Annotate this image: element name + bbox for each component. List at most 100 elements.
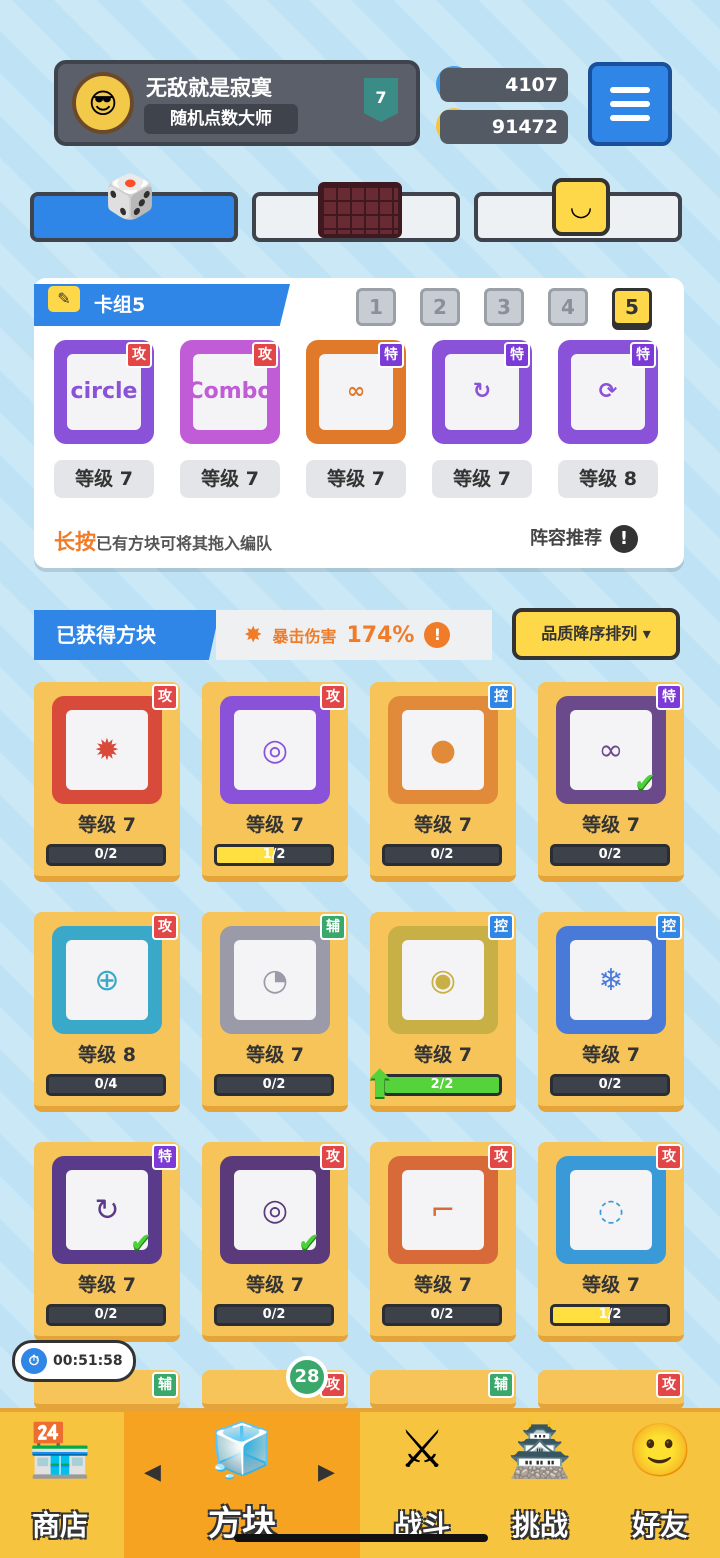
- block-level: 等级 7: [582, 814, 640, 836]
- block-card[interactable]: ◎ 攻等级 7 1/2: [202, 682, 348, 882]
- edit-icon[interactable]: ✎: [48, 286, 80, 312]
- block-card[interactable]: ∞ ✔ 特等级 7 0/2: [538, 682, 684, 882]
- block-card[interactable]: ✹ 攻等级 7 0/2: [34, 682, 180, 882]
- block-icon: ↻: [472, 379, 492, 405]
- gem-count: 4107: [440, 68, 568, 102]
- block-level: 等级 7: [414, 814, 472, 836]
- deck-number-3[interactable]: 3: [484, 288, 524, 326]
- block-icon: ⟳: [598, 379, 618, 405]
- event-timer[interactable]: ⏱ 00:51:58: [12, 1340, 136, 1382]
- sort-dropdown[interactable]: 品质降序排列 ▾: [512, 608, 680, 660]
- block-card[interactable]: ◎ ✔ 攻等级 7 0/2: [202, 1142, 348, 1342]
- block-level: 等级 7: [246, 1274, 304, 1296]
- type-tag: 攻: [488, 1144, 514, 1170]
- block-card[interactable]: ↻ ✔ 特等级 7 0/2: [34, 1142, 180, 1342]
- block-card[interactable]: ⌐ 攻等级 7 0/2: [370, 1142, 516, 1342]
- type-tag: 特: [378, 342, 404, 368]
- menu-button[interactable]: [588, 62, 672, 146]
- deck-number-5[interactable]: 5: [612, 288, 652, 326]
- block-card[interactable]: ● 控等级 7 0/2: [370, 682, 516, 882]
- nav-friends[interactable]: 🙂 好友: [600, 1412, 720, 1558]
- block-icon: ⊕: [94, 962, 120, 998]
- block-card[interactable]: ◉ 控等级 7 2/2 ⬆: [364, 912, 516, 1112]
- player-title: 随机点数大师: [144, 104, 298, 134]
- avatar[interactable]: 😎: [72, 72, 134, 134]
- block-level: 等级 7: [582, 1274, 640, 1296]
- block-icon: circle: [70, 379, 138, 405]
- block-level: 等级 8: [78, 1044, 136, 1066]
- block-icon: ◎: [261, 1192, 289, 1228]
- gate-icon: 🏯: [507, 1421, 573, 1481]
- nav-challenge[interactable]: 🏯 挑战: [480, 1412, 600, 1558]
- check-icon: ✔: [298, 1228, 320, 1258]
- deck-card[interactable]: ⟳ 特: [558, 340, 658, 444]
- type-tag: 控: [488, 684, 514, 710]
- type-tag: 攻: [152, 914, 178, 940]
- lineup-recommend-button[interactable]: 阵容推荐!: [530, 524, 638, 553]
- deck-number-2[interactable]: 2: [420, 288, 460, 326]
- type-tag: 特: [504, 342, 530, 368]
- upgrade-progress: 0/2: [214, 1074, 334, 1096]
- board-icon: [318, 182, 402, 238]
- player-name: 无敌就是寂寞: [146, 76, 272, 100]
- block-icon: ●: [429, 732, 457, 768]
- nav-shop[interactable]: 🏪 商店: [0, 1412, 120, 1558]
- home-indicator[interactable]: [234, 1534, 488, 1542]
- deck-card[interactable]: circle 攻: [54, 340, 154, 444]
- deck-card-level: 等级 7: [54, 460, 154, 498]
- upgrade-progress: 2/2: [382, 1074, 502, 1096]
- type-tag: 控: [488, 914, 514, 940]
- upgrade-progress: 0/2: [214, 1304, 334, 1326]
- block-icon: ◌: [597, 1192, 625, 1228]
- block-icon: ∞: [346, 379, 366, 405]
- block-card[interactable]: ◔ 辅等级 7 0/2: [202, 912, 348, 1112]
- block-icon: ⌐: [430, 1192, 456, 1228]
- deck-card[interactable]: Combo 攻: [180, 340, 280, 444]
- new-count-badge: 28: [286, 1356, 328, 1398]
- block-card[interactable]: ◌ 攻等级 7 1/2: [538, 1142, 684, 1342]
- block-level: 等级 7: [414, 1274, 472, 1296]
- tab-board[interactable]: [252, 182, 460, 242]
- deck-card-level: 等级 7: [306, 460, 406, 498]
- type-tag: 控: [656, 914, 682, 940]
- block-icon: ✹: [94, 732, 120, 768]
- deck-number-1[interactable]: 1: [356, 288, 396, 326]
- block-icon: Combo: [187, 379, 273, 405]
- deck-card[interactable]: ↻ 特: [432, 340, 532, 444]
- upgrade-progress: 0/2: [550, 1074, 670, 1096]
- arrow-right-icon[interactable]: ▶: [318, 1460, 335, 1485]
- clock-icon: ⏱: [21, 1348, 47, 1374]
- profile-card[interactable]: 😎 无敌就是寂寞 随机点数大师 7: [54, 60, 420, 146]
- deck-number-4[interactable]: 4: [548, 288, 588, 326]
- block-card[interactable]: ⊕ 攻等级 8 0/4: [34, 912, 180, 1112]
- upgrade-progress: 0/2: [382, 844, 502, 866]
- check-icon: ✔: [130, 1228, 152, 1258]
- block-card[interactable]: ❄ 控等级 7 0/2: [538, 912, 684, 1112]
- deck-card[interactable]: ∞ 特: [306, 340, 406, 444]
- crit-damage-info[interactable]: ✸ 暴击伤害 174% !: [216, 610, 492, 660]
- arrow-left-icon[interactable]: ◀: [144, 1460, 161, 1485]
- block-icon: ↻: [94, 1192, 120, 1228]
- deck-card-level: 等级 8: [558, 460, 658, 498]
- type-tag: 特: [630, 342, 656, 368]
- upgrade-progress: 0/2: [46, 1304, 166, 1326]
- check-icon: ✔: [634, 768, 656, 798]
- upgrade-progress: 0/4: [46, 1074, 166, 1096]
- block-level: 等级 7: [78, 814, 136, 836]
- upgrade-arrow-icon[interactable]: ⬆: [364, 1062, 400, 1106]
- upgrade-progress: 0/2: [550, 844, 670, 866]
- deck-panel: 卡组5 ✎ 1 2 3 4 5 circle 攻等级 7 Combo 攻等级 7 ∞ 特等…: [34, 278, 684, 568]
- tab-skins[interactable]: ◡: [474, 178, 682, 242]
- type-tag: 特: [152, 1144, 178, 1170]
- block-card[interactable]: 辅: [370, 1370, 516, 1410]
- deck-card-level: 等级 7: [180, 460, 280, 498]
- tab-blocks[interactable]: 🎲: [30, 172, 238, 242]
- block-card[interactable]: 攻: [538, 1370, 684, 1410]
- type-tag: 攻: [126, 342, 152, 368]
- block-level: 等级 7: [78, 1274, 136, 1296]
- burst-icon: ✸: [244, 622, 263, 648]
- type-tag: 攻: [320, 684, 346, 710]
- block-icon: ∞: [598, 732, 624, 768]
- drag-hint: 长按已有方块可将其拖入编队: [54, 530, 273, 554]
- block-level: 等级 7: [246, 814, 304, 836]
